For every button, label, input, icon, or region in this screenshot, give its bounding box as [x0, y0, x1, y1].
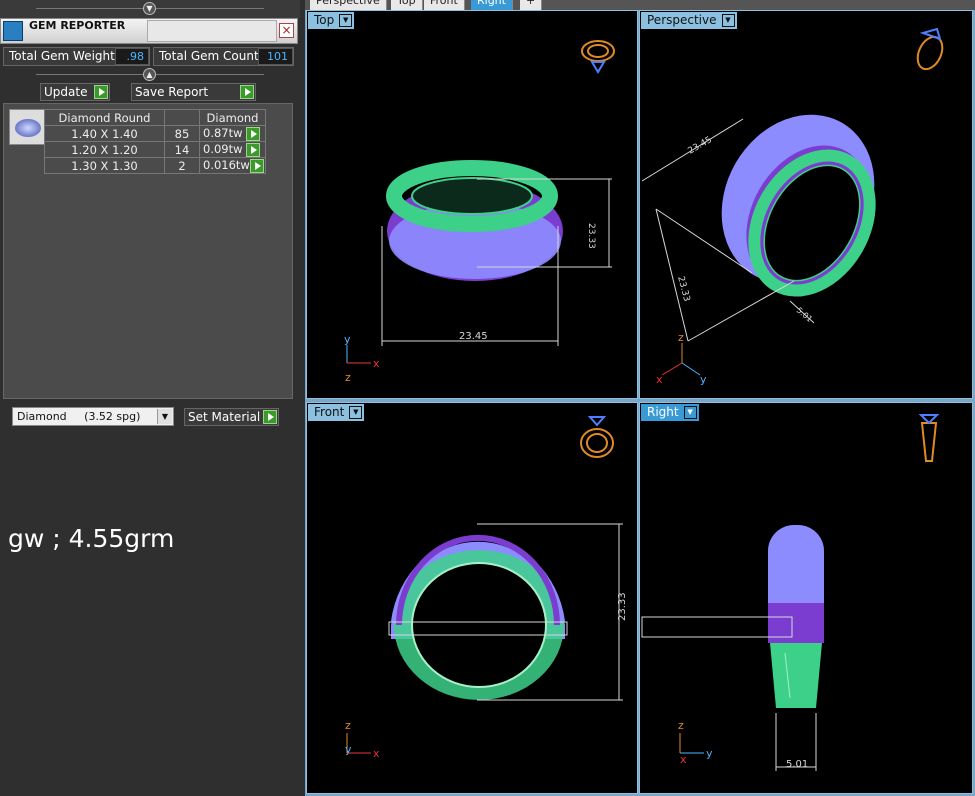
material-select[interactable]: Diamond (3.52 spg) ▼	[12, 407, 174, 426]
gem-shape-header: Diamond Round	[44, 109, 165, 126]
save-report-label: Save Report	[135, 85, 209, 99]
front-viewport[interactable]: 23.33 z y x Front ▼	[306, 402, 638, 794]
view-label-front[interactable]: Front ▼	[308, 404, 365, 421]
view-label-perspective[interactable]: Perspective ▼	[641, 12, 737, 29]
gem-reporter-logo-icon	[3, 21, 23, 41]
view-label-top[interactable]: Top ▼	[308, 12, 355, 29]
axis-gizmo: y x z	[344, 333, 380, 384]
header-tab-area	[147, 20, 277, 42]
front-ring-model	[391, 534, 565, 700]
save-report-go-icon[interactable]	[240, 85, 254, 99]
chevron-down-icon[interactable]: ▼	[349, 406, 363, 419]
gem-size: 1.20 X 1.20	[44, 141, 165, 158]
view-label-right[interactable]: Right ▼	[641, 404, 699, 421]
axis-label: z	[345, 371, 351, 384]
axis-label: z	[345, 719, 351, 732]
total-count-value: 101	[258, 48, 293, 65]
gem-count: 85	[164, 125, 200, 142]
right-viewport[interactable]: 5.01 z x y Right ▼	[639, 402, 973, 794]
row-go-icon[interactable]	[249, 158, 264, 173]
close-icon[interactable]: ×	[279, 23, 294, 38]
gem-reporter-header: GEM REPORTER ×	[0, 18, 298, 44]
chevron-down-icon[interactable]: ▼	[721, 14, 735, 27]
collapse-mid-icon[interactable]: ▲	[143, 68, 156, 81]
tab-top[interactable]: Top	[391, 0, 423, 10]
front-height-dimension: 23.33	[617, 592, 628, 621]
tab-perspective[interactable]: Perspective	[310, 0, 387, 10]
top-viewport[interactable]: 23.45 23.33 y x z Top ▼	[306, 10, 638, 399]
update-go-icon[interactable]	[94, 85, 108, 99]
set-material-go-icon[interactable]	[263, 410, 277, 424]
ring-thumbnail-icon[interactable]	[913, 27, 947, 73]
gem-reporter-panel: ▼ GEM REPORTER × Total Gem Weight .98 To…	[0, 0, 300, 796]
chevron-down-icon[interactable]: ▼	[157, 409, 172, 424]
gem-count: 2	[164, 157, 200, 174]
top-ring-model	[386, 160, 563, 281]
gem-row[interactable]: 1.20 X 1.20 14 0.09tw	[44, 141, 266, 158]
axis-gizmo: z x y	[656, 331, 707, 386]
ring-thumbnail-icon[interactable]	[918, 414, 940, 462]
gem-weight: 0.87tw	[203, 126, 243, 141]
axis-gizmo: z x y	[678, 719, 713, 766]
perspective-width-dimension: 23.45	[687, 135, 714, 157]
axis-label: y	[345, 743, 352, 756]
axis-label: y	[700, 373, 707, 386]
ring-thumbnail-icon[interactable]	[580, 416, 614, 458]
chevron-down-icon[interactable]: ▼	[683, 406, 697, 419]
top-height-dimension: 23.33	[586, 223, 596, 249]
total-weight-value: .98	[115, 48, 149, 65]
chevron-down-icon[interactable]: ▼	[339, 14, 353, 27]
tab-right[interactable]: Right	[471, 0, 513, 10]
view-label-text: Right	[647, 405, 679, 419]
gem-size: 1.30 X 1.30	[44, 157, 165, 174]
view-label-text: Front	[314, 405, 345, 419]
top-view-drawing: 23.45 23.33 y x z	[344, 40, 615, 384]
row-go-icon[interactable]	[246, 142, 261, 157]
axis-label: x	[680, 753, 687, 766]
perspective-ring-model	[721, 114, 876, 297]
tab-add[interactable]: +	[520, 0, 543, 10]
gem-row[interactable]: 1.40 X 1.40 85 0.87tw	[44, 125, 266, 142]
gem-row[interactable]: 1.30 X 1.30 2 0.016tw	[44, 157, 266, 174]
axis-label: x	[656, 373, 663, 386]
axis-label: y	[344, 333, 351, 346]
view-label-text: Perspective	[647, 13, 717, 27]
gem-list-panel: Diamond Round Diamond 1.40 X 1.40 85 0.8…	[3, 103, 293, 399]
gold-weight-note: gw ; 4.55grm	[8, 524, 175, 553]
axis-gizmo: z y x	[345, 719, 380, 760]
axis-label: x	[373, 357, 380, 370]
diamond-round-thumbnail-icon	[9, 109, 45, 145]
gem-table: Diamond Round Diamond 1.40 X 1.40 85 0.8…	[44, 109, 266, 174]
update-label: Update	[44, 85, 88, 99]
perspective-viewport[interactable]: 23.45 23.33 5.01 z x y Perspective ▼	[639, 10, 973, 399]
gem-size: 1.40 X 1.40	[44, 125, 165, 142]
gem-count: 14	[164, 141, 200, 158]
axis-label: z	[678, 719, 684, 732]
row-go-icon[interactable]	[246, 126, 261, 141]
perspective-view-drawing: 23.45 23.33 5.01 z x y	[641, 27, 947, 386]
material-value: Diamond (3.52 spg)	[17, 410, 141, 423]
collapse-top-icon[interactable]: ▼	[143, 2, 156, 15]
save-report-button[interactable]: Save Report	[131, 83, 256, 101]
axis-label: x	[373, 747, 380, 760]
view-label-text: Top	[314, 13, 335, 27]
viewport-tab-bar: Perspective Top Front Right +	[305, 0, 975, 10]
right-depth-dimension: 5.01	[786, 759, 808, 770]
front-view-drawing: 23.33 z y x	[345, 416, 628, 760]
panel-title: GEM REPORTER	[29, 19, 126, 32]
gem-table-header: Diamond Round Diamond	[44, 109, 266, 126]
ring-thumbnail-icon[interactable]	[581, 40, 615, 74]
set-material-label: Set Material	[188, 410, 261, 424]
gem-type-header: Diamond	[199, 109, 266, 126]
perspective-depth-dimension: 5.01	[795, 306, 814, 324]
gem-weight: 0.016tw	[203, 158, 250, 173]
tab-front[interactable]: Front	[424, 0, 465, 10]
axis-label: z	[678, 331, 684, 344]
top-width-dimension: 23.45	[459, 331, 488, 342]
right-view-drawing: 5.01 z x y	[641, 414, 940, 771]
gem-count-header	[164, 109, 200, 126]
axis-label: y	[706, 747, 713, 760]
gem-weight: 0.09tw	[203, 142, 243, 157]
